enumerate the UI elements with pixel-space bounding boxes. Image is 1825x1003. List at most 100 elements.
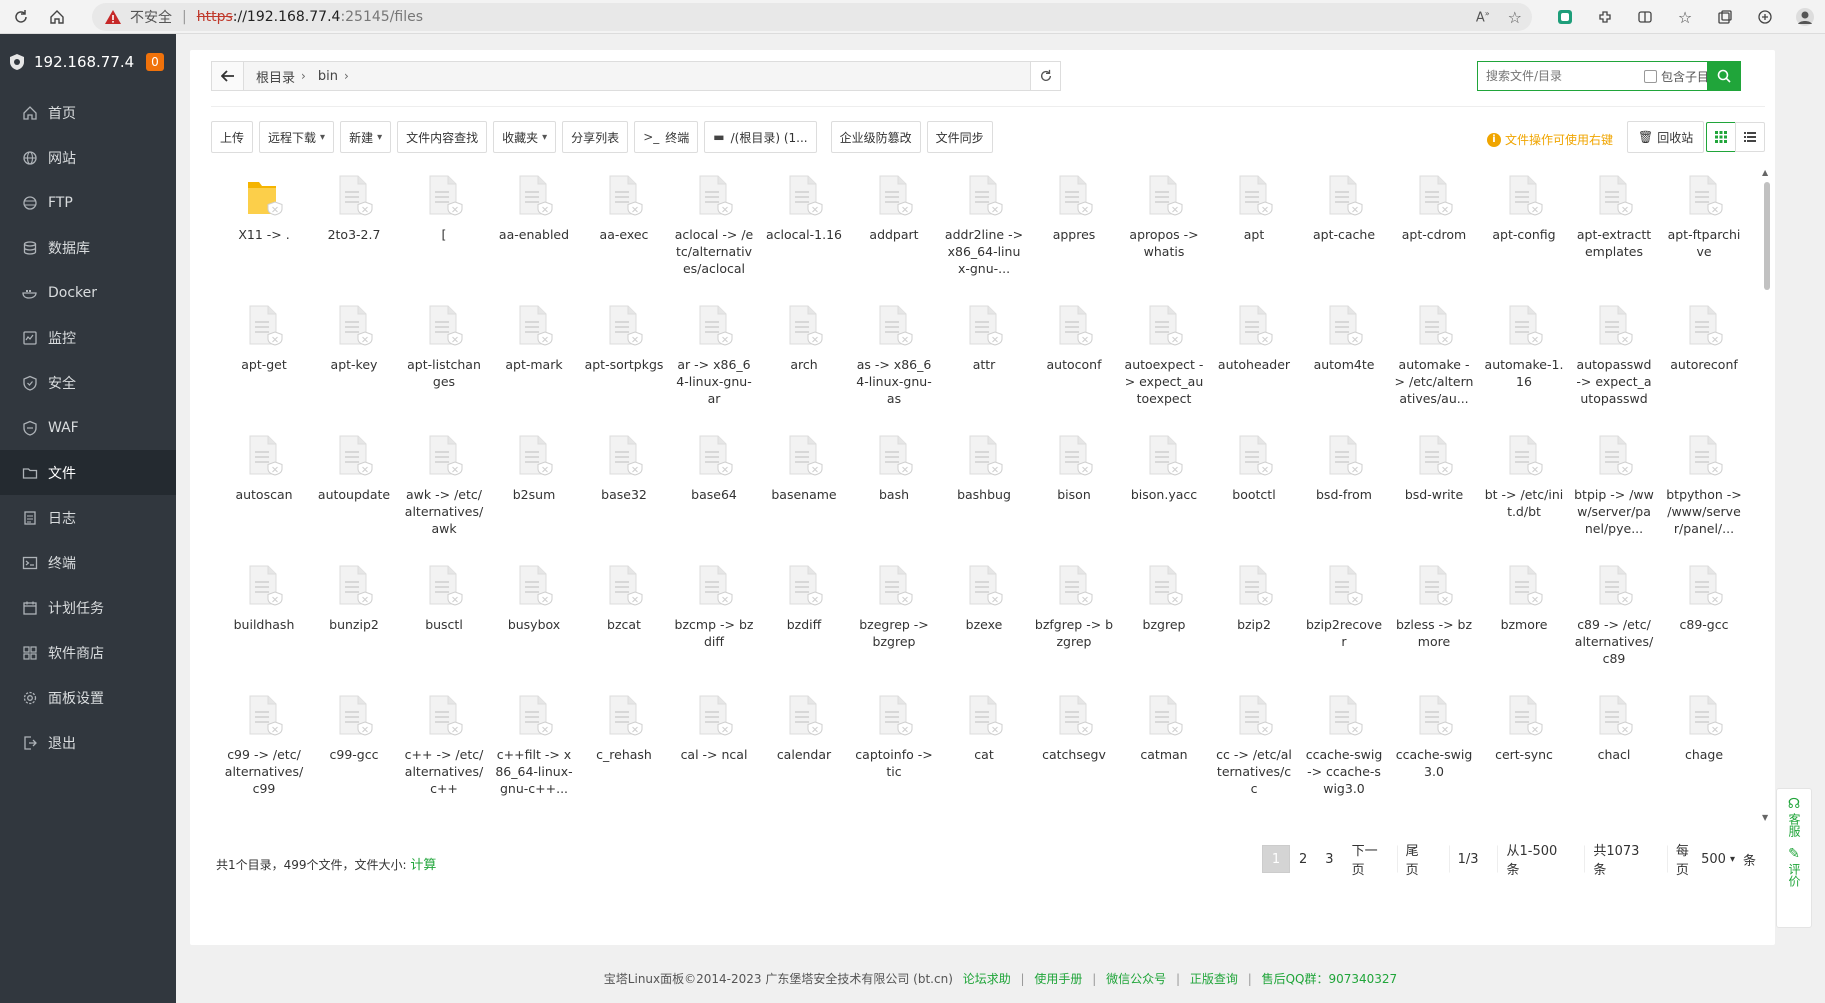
- new-button[interactable]: 新建 ▾: [340, 121, 392, 153]
- sidebar-item-calendar[interactable]: 计划任务: [0, 585, 176, 630]
- sidebar-item-folder[interactable]: 文件: [0, 450, 176, 495]
- scrollbar[interactable]: ▲ ▼: [1762, 168, 1772, 828]
- file-item[interactable]: arch: [759, 298, 849, 428]
- sidebar-item-gear[interactable]: 面板设置: [0, 675, 176, 720]
- file-item[interactable]: autoupdate: [309, 428, 399, 558]
- file-item[interactable]: base64: [669, 428, 759, 558]
- sidebar-item-docker[interactable]: Docker: [0, 270, 176, 315]
- file-item[interactable]: appres: [1029, 168, 1119, 298]
- page-1[interactable]: 1: [1262, 845, 1290, 873]
- file-item[interactable]: c89-gcc: [1659, 558, 1749, 688]
- footer-link-manual[interactable]: 使用手册: [1034, 972, 1082, 986]
- favorites-button[interactable]: 收藏夹 ▾: [493, 121, 557, 153]
- file-item[interactable]: bt -> /etc/init.d/bt: [1479, 428, 1569, 558]
- file-item[interactable]: apt-cdrom: [1389, 168, 1479, 298]
- file-item[interactable]: chage: [1659, 688, 1749, 818]
- file-item[interactable]: apt-get: [219, 298, 309, 428]
- file-item[interactable]: bzcmp -> bzdiff: [669, 558, 759, 688]
- file-item[interactable]: bsd-from: [1299, 428, 1389, 558]
- split-screen-icon[interactable]: [1633, 5, 1657, 29]
- file-item[interactable]: bison.yacc: [1119, 428, 1209, 558]
- file-item[interactable]: c99 -> /etc/alternatives/c99: [219, 688, 309, 818]
- file-sync-button[interactable]: 文件同步: [926, 121, 993, 153]
- file-item[interactable]: apt-sortpkgs: [579, 298, 669, 428]
- page-2[interactable]: 2: [1290, 845, 1316, 873]
- footer-link-qq[interactable]: 售后QQ群：907340327: [1262, 972, 1398, 986]
- file-item[interactable]: autoreconf: [1659, 298, 1749, 428]
- file-item[interactable]: base32: [579, 428, 669, 558]
- remote-download-button[interactable]: 远程下载 ▾: [259, 121, 335, 153]
- file-item[interactable]: apt: [1209, 168, 1299, 298]
- upload-button[interactable]: 上传: [211, 121, 254, 153]
- file-item[interactable]: autoheader: [1209, 298, 1299, 428]
- file-item[interactable]: 2to3-2.7: [309, 168, 399, 298]
- file-item[interactable]: bzless -> bzmore: [1389, 558, 1479, 688]
- file-item[interactable]: basename: [759, 428, 849, 558]
- sidebar-item-ftp[interactable]: FTP: [0, 180, 176, 225]
- file-item[interactable]: c_rehash: [579, 688, 669, 818]
- file-item[interactable]: aclocal-1.16: [759, 168, 849, 298]
- footer-link-license[interactable]: 正版查询: [1190, 972, 1238, 986]
- file-item[interactable]: bzmore: [1479, 558, 1569, 688]
- reload-icon[interactable]: [6, 2, 36, 32]
- performance-icon[interactable]: [1753, 5, 1777, 29]
- refresh-button[interactable]: [1030, 62, 1060, 90]
- disk-button[interactable]: ▬/(根目录) (1...: [704, 121, 817, 153]
- file-item[interactable]: apropos -> whatis: [1119, 168, 1209, 298]
- file-item[interactable]: bsd-write: [1389, 428, 1479, 558]
- footer-link-wechat[interactable]: 微信公众号: [1106, 972, 1166, 986]
- file-item[interactable]: captoinfo -> tic: [849, 688, 939, 818]
- file-item[interactable]: ccache-swig -> ccache-swig3.0: [1299, 688, 1389, 818]
- include-subdir-checkbox[interactable]: [1644, 69, 1657, 83]
- notification-badge[interactable]: 0: [146, 53, 164, 71]
- favorite-star-icon[interactable]: ☆: [1508, 8, 1522, 27]
- sidebar-item-monitor[interactable]: 监控: [0, 315, 176, 360]
- breadcrumb-dir[interactable]: bin: [306, 69, 344, 84]
- last-page[interactable]: 尾页: [1396, 844, 1439, 878]
- file-item[interactable]: bootctl: [1209, 428, 1299, 558]
- calculate-size-link[interactable]: 计算: [410, 858, 436, 873]
- file-item[interactable]: c++filt -> x86_64-linux-gnu-c++...: [489, 688, 579, 818]
- file-item[interactable]: c89 -> /etc/alternatives/c89: [1569, 558, 1659, 688]
- file-item[interactable]: apt-ftparchive: [1659, 168, 1749, 298]
- file-item[interactable]: ar -> x86_64-linux-gnu-ar: [669, 298, 759, 428]
- file-item[interactable]: aclocal -> /etc/alternatives/aclocal: [669, 168, 759, 298]
- file-item[interactable]: bzip2: [1209, 558, 1299, 688]
- extension-green-icon[interactable]: [1553, 5, 1577, 29]
- home-browser-icon[interactable]: [42, 2, 72, 32]
- sidebar-item-terminal[interactable]: 终端: [0, 540, 176, 585]
- footer-link-forum[interactable]: 论坛求助: [963, 972, 1011, 986]
- file-item[interactable]: c++ -> /etc/alternatives/c++: [399, 688, 489, 818]
- file-item[interactable]: automake-1.16: [1479, 298, 1569, 428]
- file-item[interactable]: btpython -> /www/server/panel/...: [1659, 428, 1749, 558]
- search-input[interactable]: [1478, 69, 1638, 83]
- file-item[interactable]: apt-mark: [489, 298, 579, 428]
- customer-service-button[interactable]: ☊ 客服: [1787, 797, 1801, 837]
- favorites-icon[interactable]: ☆: [1673, 5, 1697, 29]
- per-page-select[interactable]: 每页 500 ▾ 条: [1666, 844, 1765, 878]
- file-item[interactable]: busybox: [489, 558, 579, 688]
- file-item[interactable]: calendar: [759, 688, 849, 818]
- file-item[interactable]: bash: [849, 428, 939, 558]
- file-item[interactable]: bzfgrep -> bzgrep: [1029, 558, 1119, 688]
- sidebar-item-logout[interactable]: 退出: [0, 720, 176, 765]
- file-item[interactable]: bzip2recover: [1299, 558, 1389, 688]
- file-item[interactable]: bzexe: [939, 558, 1029, 688]
- scroll-down-icon[interactable]: ▼: [1762, 813, 1768, 822]
- list-view-button[interactable]: [1735, 122, 1765, 152]
- address-bar[interactable]: 不安全 | https://192.168.77.4:25145/files A…: [92, 3, 1532, 31]
- grid-view-button[interactable]: [1706, 122, 1736, 152]
- file-item[interactable]: attr: [939, 298, 1029, 428]
- page-3[interactable]: 3: [1316, 845, 1342, 873]
- file-item[interactable]: cert-sync: [1479, 688, 1569, 818]
- scrollbar-thumb[interactable]: [1764, 182, 1770, 290]
- file-item[interactable]: addr2line -> x86_64-linux-gnu-...: [939, 168, 1029, 298]
- collections-icon[interactable]: [1713, 5, 1737, 29]
- sidebar-item-database[interactable]: 数据库: [0, 225, 176, 270]
- sidebar-item-home[interactable]: 首页: [0, 90, 176, 135]
- sidebar-item-log[interactable]: 日志: [0, 495, 176, 540]
- read-aloud-icon[interactable]: A»: [1476, 9, 1490, 25]
- file-item[interactable]: autoexpect -> expect_autoexpect: [1119, 298, 1209, 428]
- file-item[interactable]: bzcat: [579, 558, 669, 688]
- file-item[interactable]: cat: [939, 688, 1029, 818]
